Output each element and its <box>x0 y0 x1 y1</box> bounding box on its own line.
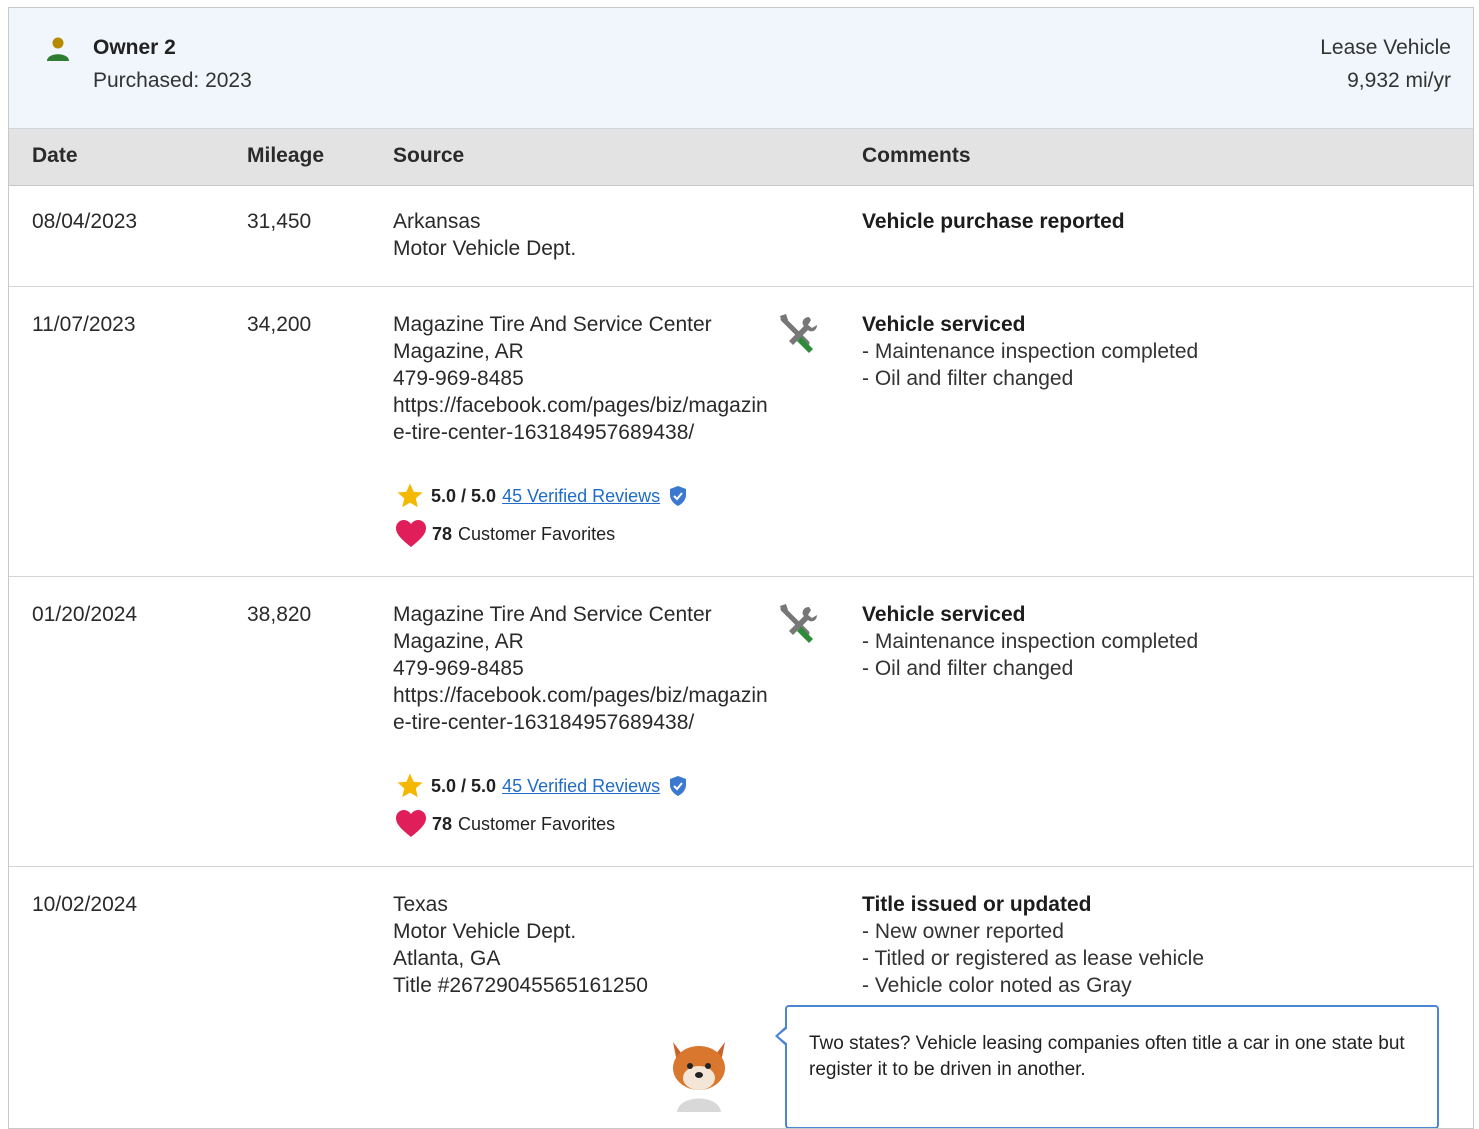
row-comments: Title issued or updated - New owner repo… <box>862 891 1204 999</box>
service-tools-icon <box>780 604 817 643</box>
owner-vehicle-type: Lease Vehicle <box>1320 36 1451 59</box>
info-callout: Two states? Vehicle leasing companies of… <box>775 1005 1439 1128</box>
source-line: Texas <box>393 893 448 916</box>
comment-line: - Oil and filter changed <box>862 657 1074 680</box>
comment-line: - New owner reported <box>862 920 1064 943</box>
table-header: Date Mileage Source Comments <box>9 129 1473 186</box>
row-comments: Vehicle serviced - Maintenance inspectio… <box>862 311 1198 392</box>
favorites-label: Customer Favorites <box>458 523 616 544</box>
owner-history-card: Owner 2 Purchased: 2023 Lease Vehicle 9,… <box>8 7 1474 1129</box>
row-comments: Vehicle purchase reported <box>862 208 1125 235</box>
customer-favorites: 78 Customer Favorites <box>395 519 615 549</box>
shop-phone: 479-969-8485 <box>393 367 524 390</box>
shop-name: Magazine Tire And Service Center <box>393 313 712 336</box>
header-mileage: Mileage <box>247 144 325 167</box>
row-source: Magazine Tire And Service Center Magazin… <box>393 311 768 446</box>
header-comments: Comments <box>862 144 971 167</box>
row-mileage: 38,820 <box>247 603 312 626</box>
table-row: 01/20/2024 38,820 Magazine Tire And Serv… <box>9 577 1473 867</box>
owner-header: Owner 2 Purchased: 2023 Lease Vehicle 9,… <box>9 8 1473 129</box>
row-mileage: 31,450 <box>247 210 312 233</box>
shop-url: https://facebook.com/pages/biz/magazine-… <box>393 394 768 444</box>
row-source: Magazine Tire And Service Center Magazin… <box>393 601 768 736</box>
fox-mascot-icon <box>673 1042 725 1112</box>
shop-name: Magazine Tire And Service Center <box>393 603 712 626</box>
comment-line: - Titled or registered as lease vehicle <box>862 947 1204 970</box>
row-date: 11/07/2023 <box>32 313 136 336</box>
comment-heading: Title issued or updated <box>862 893 1092 916</box>
table-row: 08/04/2023 31,450 Arkansas Motor Vehicle… <box>9 186 1473 287</box>
favorites-count: 78 <box>432 523 453 544</box>
service-tools-icon <box>780 314 817 353</box>
row-source: Texas Motor Vehicle Dept. Atlanta, GA Ti… <box>393 891 768 999</box>
row-comments: Vehicle serviced - Maintenance inspectio… <box>862 601 1198 682</box>
shop-rating: 5.0 / 5.0 45 Verified Reviews <box>395 771 688 801</box>
star-icon <box>397 773 423 798</box>
title-number: Title #26729045565161250 <box>393 974 648 997</box>
person-icon <box>47 37 69 61</box>
source-line: Motor Vehicle Dept. <box>393 920 577 943</box>
owner-purchased-year: Purchased: 2023 <box>93 69 252 92</box>
source-line: Arkansas <box>393 210 481 233</box>
customer-favorites: 78 Customer Favorites <box>395 809 615 839</box>
source-line: Atlanta, GA <box>393 947 501 970</box>
comment-heading: Vehicle serviced <box>862 313 1026 336</box>
table-row: 11/07/2023 34,200 Magazine Tire And Serv… <box>9 287 1473 577</box>
rating-value: 5.0 / 5.0 <box>431 485 497 506</box>
comment-line: - Maintenance inspection completed <box>862 630 1199 653</box>
verified-shield-icon <box>670 776 687 796</box>
verified-reviews-link[interactable]: 45 Verified Reviews <box>502 776 660 797</box>
verified-reviews-link[interactable]: 45 Verified Reviews <box>502 486 660 507</box>
table-row: 10/02/2024 Texas Motor Vehicle Dept. Atl… <box>9 867 1473 1128</box>
heart-icon <box>396 520 426 547</box>
owner-name: Owner 2 <box>93 36 176 59</box>
favorites-label: Customer Favorites <box>458 813 616 834</box>
row-date: 01/20/2024 <box>32 603 138 626</box>
row-date: 08/04/2023 <box>32 210 138 233</box>
header-source: Source <box>393 144 465 167</box>
comment-line: - Vehicle color noted as Gray <box>862 974 1132 997</box>
comment-line: - Oil and filter changed <box>862 367 1074 390</box>
row-source: Arkansas Motor Vehicle Dept. <box>393 208 768 262</box>
star-icon <box>397 483 423 508</box>
callout-text: Two states? Vehicle leasing companies of… <box>809 1033 1405 1080</box>
comment-heading: Vehicle purchase reported <box>862 210 1125 233</box>
verified-shield-icon <box>670 486 687 506</box>
callout-pointer <box>775 1025 789 1047</box>
header-date: Date <box>32 144 78 167</box>
shop-url: https://facebook.com/pages/biz/magazine-… <box>393 684 768 734</box>
heart-icon <box>396 810 426 837</box>
favorites-count: 78 <box>432 813 453 834</box>
shop-location: Magazine, AR <box>393 340 524 363</box>
comment-line: - Maintenance inspection completed <box>862 340 1199 363</box>
shop-location: Magazine, AR <box>393 630 524 653</box>
row-date: 10/02/2024 <box>32 893 138 916</box>
shop-rating: 5.0 / 5.0 45 Verified Reviews <box>395 481 688 511</box>
owner-miles-per-year: 9,932 mi/yr <box>1347 69 1451 92</box>
rating-value: 5.0 / 5.0 <box>431 775 497 796</box>
row-mileage: 34,200 <box>247 313 312 336</box>
source-line: Motor Vehicle Dept. <box>393 237 577 260</box>
shop-phone: 479-969-8485 <box>393 657 524 680</box>
comment-heading: Vehicle serviced <box>862 603 1026 626</box>
